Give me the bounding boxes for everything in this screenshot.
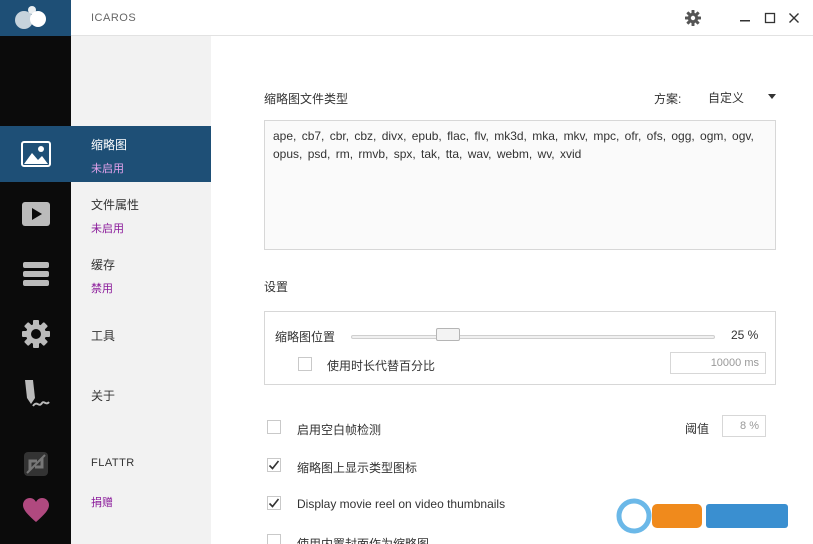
stack-icon[interactable] (0, 246, 71, 302)
movie-reel-label: Display movie reel on video thumbnails (297, 497, 506, 511)
show-type-icon-checkbox[interactable] (267, 458, 281, 472)
settings-label: 设置 (264, 280, 289, 294)
title-bar: ICAROS (71, 0, 813, 36)
filetypes-textarea[interactable]: ape, cb7, cbr, cbz, divx, epub, flac, fl… (264, 120, 776, 250)
nav-item-title: FLATTR (91, 457, 135, 469)
nav-item-title: 文件属性 (91, 198, 140, 212)
app-title: ICAROS (91, 12, 137, 24)
pen-icon[interactable] (0, 366, 71, 422)
blank-frame-label: 启用空白帧检测 (297, 423, 382, 437)
nav-item-cache[interactable]: 缓存 禁用 (71, 246, 211, 302)
nav-item-donate[interactable]: 捐赠 (71, 482, 211, 538)
threshold-input[interactable] (722, 415, 766, 437)
scheme-select[interactable]: 自定义 (708, 88, 776, 106)
filetypes-label: 缩略图文件类型 (264, 92, 349, 106)
nav-item-title: 关于 (91, 389, 116, 403)
nav-item-status: 未启用 (91, 223, 124, 235)
position-label: 缩略图位置 (275, 330, 336, 344)
icon-rail (0, 0, 71, 544)
checkmark-icon (268, 498, 280, 508)
chevron-down-icon (768, 94, 776, 99)
movie-reel-checkbox[interactable] (267, 496, 281, 510)
nav-item-title: 缩略图 (91, 138, 128, 152)
position-slider-thumb[interactable] (436, 328, 460, 341)
app-logo (0, 0, 71, 36)
nav-item-thumbnails[interactable]: 缩略图 未启用 (71, 126, 211, 182)
scheme-label: 方案: (654, 92, 682, 106)
nav-item-title: 工具 (91, 329, 116, 343)
thumbnail-settings-panel: 缩略图文件类型 方案: 自定义 ape, cb7, cbr, cbz, divx… (211, 37, 813, 544)
settings-gear-icon[interactable] (683, 8, 703, 28)
close-icon[interactable] (784, 8, 804, 28)
nav-item-tools[interactable]: 工具 (71, 306, 211, 362)
image-icon[interactable] (0, 126, 71, 182)
position-settings-group: 缩略图位置 25 % 使用时长代替百分比 (264, 311, 776, 385)
maximize-icon[interactable] (760, 8, 780, 28)
position-value: 25 % (731, 328, 759, 342)
scheme-value: 自定义 (708, 90, 745, 105)
nav-item-properties[interactable]: 文件属性 未启用 (71, 186, 211, 242)
site-watermark-logo (614, 496, 794, 536)
duration-input[interactable] (670, 352, 766, 374)
nav-item-status: 捐赠 (91, 497, 113, 509)
minimize-icon[interactable] (735, 8, 755, 28)
play-icon[interactable] (0, 186, 71, 242)
heart-icon[interactable] (0, 482, 71, 538)
tools-gear-icon[interactable] (0, 306, 71, 362)
nav-item-status: 禁用 (91, 283, 113, 295)
embedded-cover-label: 使用内置封面作为缩略图 (297, 537, 430, 544)
nav-item-status: 未启用 (91, 163, 124, 175)
threshold-label: 阈值 (685, 422, 710, 436)
position-slider-track[interactable] (351, 335, 715, 339)
nav-item-about[interactable]: 关于 (71, 366, 211, 422)
show-type-icon-label: 缩略图上显示类型图标 (297, 461, 418, 475)
use-duration-label: 使用时长代替百分比 (327, 359, 436, 373)
use-duration-checkbox[interactable] (298, 357, 312, 371)
checkmark-icon (268, 460, 280, 470)
embedded-cover-checkbox[interactable] (267, 534, 281, 544)
blank-frame-checkbox[interactable] (267, 420, 281, 434)
nav-item-title: 缓存 (91, 258, 116, 272)
nav-panel: 缩略图 未启用 文件属性 未启用 缓存 禁用 工具 关于 FLATTR 捐赠 (71, 36, 211, 544)
